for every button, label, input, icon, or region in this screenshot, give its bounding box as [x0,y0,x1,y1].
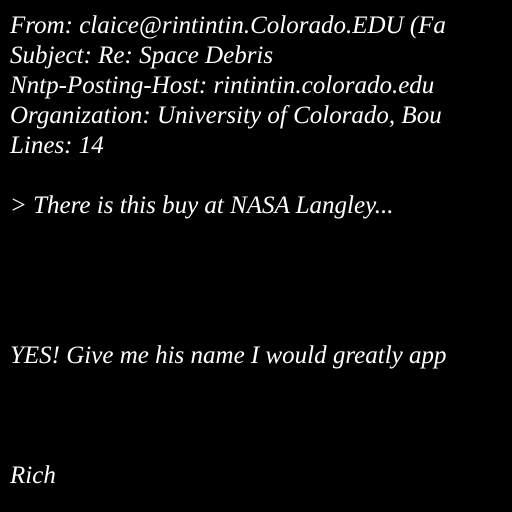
header-from: From: claice@rintintin.Colorado.EDU (Fa [10,12,446,39]
signature: Rich [10,462,56,489]
quoted-text: > There is this buy at NASA Langley... [10,192,394,219]
header-subject: Subject: Re: Space Debris [10,42,274,69]
header-lines: Lines: 14 [10,132,104,159]
message-document: From: claice@rintintin.Colorado.EDU (Fa … [0,0,512,512]
header-nntp-posting-host: Nntp-Posting-Host: rintintin.colorado.ed… [10,72,435,99]
header-organization: Organization: University of Colorado, Bo… [10,102,442,129]
reply-text: YES! Give me his name I would greatly ap… [10,342,447,369]
